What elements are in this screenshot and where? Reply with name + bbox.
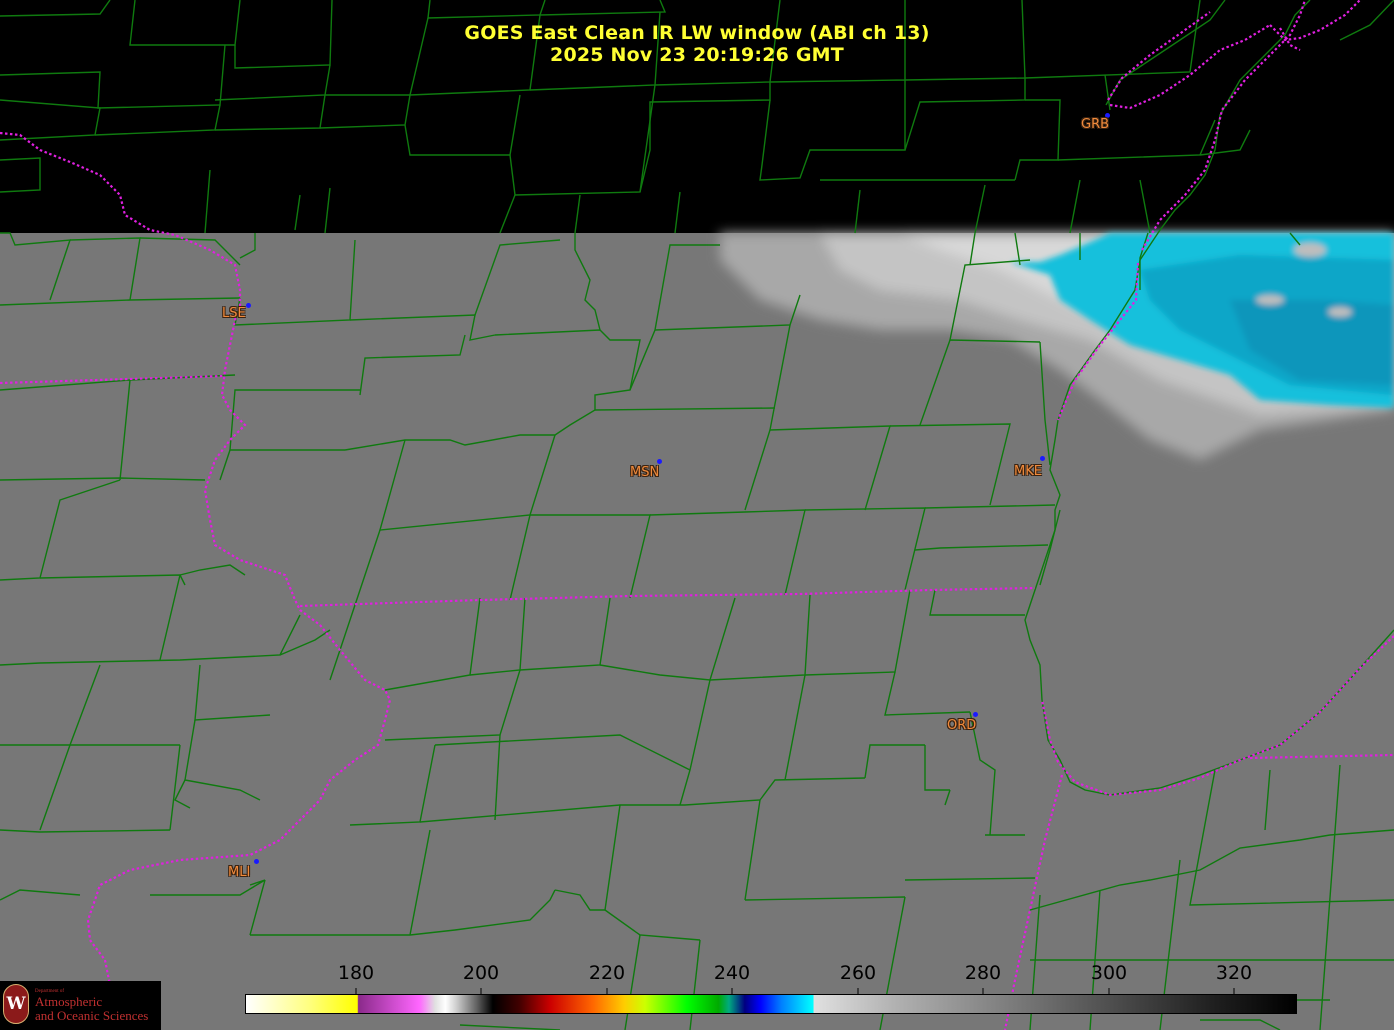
station-marker-lse xyxy=(246,303,251,308)
colorbar-tick-label: 220 xyxy=(588,962,626,984)
station-label-mli: MLI xyxy=(228,865,251,880)
station-marker-ord xyxy=(973,712,978,717)
colorbar-tick-label: 260 xyxy=(839,962,877,984)
logo-oceanic-text: and Oceanic Sciences xyxy=(35,1008,149,1023)
temperature-colorbar xyxy=(245,994,1297,1014)
station-label-ord: ORD xyxy=(947,718,977,733)
uw-aos-logo: W Department of Atmospheric and Oceanic … xyxy=(0,981,161,1030)
colorbar-tick-label: 180 xyxy=(337,962,375,984)
station-marker-mli xyxy=(254,859,259,864)
station-marker-mke xyxy=(1040,456,1045,461)
logo-atmospheric-text: Atmospheric xyxy=(35,994,103,1009)
station-label-grb: GRB xyxy=(1081,117,1110,132)
image-timestamp: 2025 Nov 23 20:19:26 GMT xyxy=(550,44,844,66)
uw-seal-icon: W xyxy=(3,984,29,1024)
station-label-msn: MSN xyxy=(630,465,660,480)
satellite-map xyxy=(0,0,1394,1030)
colorbar-tick-label: 300 xyxy=(1090,962,1128,984)
colorbar-tick-label: 280 xyxy=(964,962,1002,984)
colorbar-tick-label: 320 xyxy=(1215,962,1253,984)
station-label-lse: LSE xyxy=(222,306,246,321)
station-label-mke: MKE xyxy=(1014,464,1042,479)
colorbar-tick-label: 240 xyxy=(713,962,751,984)
station-marker-msn xyxy=(657,459,662,464)
colorbar-tick-label: 200 xyxy=(462,962,500,984)
image-title: GOES East Clean IR LW window (ABI ch 13) xyxy=(464,22,930,44)
